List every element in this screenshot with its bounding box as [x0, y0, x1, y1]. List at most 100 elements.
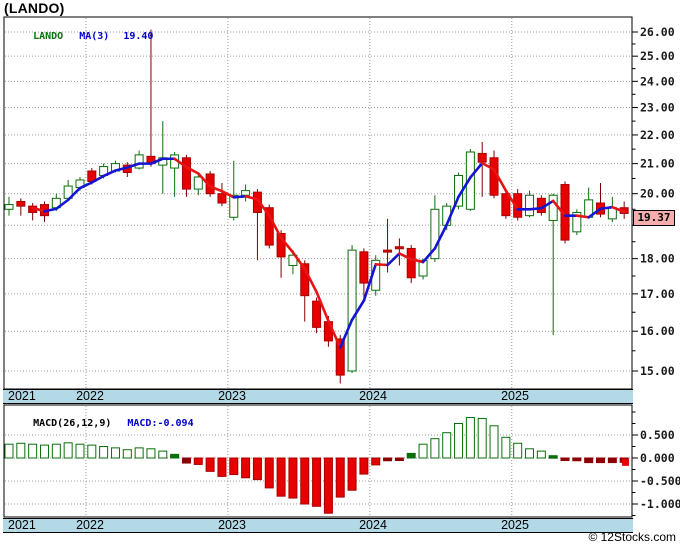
price-tick-label: 20.00 [640, 187, 675, 201]
candlesticks [4, 29, 629, 384]
macd-bar [406, 452, 416, 459]
macd-bar [584, 457, 594, 464]
price-tick-label: 16.00 [640, 324, 675, 338]
x-axis-band-top: 2021 2022 2023 2024 2025 [3, 389, 633, 404]
macd-tick-label: -1.000 [640, 497, 680, 511]
price-tick-label: 23.00 [640, 101, 675, 115]
macd-bar [572, 457, 582, 462]
macd-bar [252, 457, 262, 481]
macd-tick-label: -0.500 [640, 474, 680, 488]
axes: 26.00 25.00 24.00 23.00 22.00 21.00 20.00 18.00… [3, 16, 680, 518]
macd-bar [39, 444, 49, 459]
macd-legend: MACD(26,12,9) MACD:-0.094 [9, 407, 194, 440]
macd-bar [122, 449, 132, 459]
macd-bar [525, 448, 535, 459]
macd-bar [4, 443, 14, 459]
macd-bar [548, 455, 558, 459]
candle [4, 204, 14, 210]
chart-canvas: 26.00 25.00 24.00 23.00 22.00 21.00 20.00 18.00… [3, 16, 680, 518]
macd-bar [607, 457, 617, 464]
macd-bar [477, 417, 487, 459]
macd-bar [288, 457, 298, 499]
symbol-label: LANDO [33, 31, 64, 42]
macd-bar [99, 446, 109, 459]
macd-bar [28, 443, 38, 459]
macd-bar [394, 457, 404, 461]
candle [383, 249, 393, 253]
year-label: 2025 [501, 389, 529, 403]
year-label: 2025 [501, 518, 529, 532]
macd-bar [181, 457, 191, 464]
candle [312, 300, 322, 328]
year-label: 2021 [8, 389, 36, 403]
macd-bar [264, 457, 274, 489]
year-label: 2021 [8, 518, 36, 532]
macd-bar [51, 443, 61, 459]
candle [347, 249, 357, 372]
year-label: 2022 [76, 389, 104, 403]
macd-bar [465, 417, 475, 459]
macd-bar [229, 457, 239, 476]
price-legend: LANDO MA(3) 19.40 [9, 20, 153, 53]
price-tick-label: 24.00 [640, 74, 675, 88]
macd-bar [442, 432, 452, 459]
ma-segment [232, 194, 247, 199]
macd-bar [501, 436, 511, 459]
candle [193, 176, 203, 190]
chart-page: (LANDO) 26.00 25.00 24.00 23.00 22.00 21.00 20… [0, 0, 680, 546]
macd-bar [75, 443, 85, 459]
macd-bar [371, 457, 381, 466]
x-axis-band-bottom: 2021 2022 2023 2024 2025 [3, 518, 633, 533]
candle [134, 154, 144, 169]
candle [525, 194, 535, 217]
ma-segment [575, 214, 590, 219]
year-label: 2023 [218, 518, 246, 532]
candle [477, 152, 487, 163]
macd-bar [87, 444, 97, 459]
price-tick-label: 26.00 [640, 25, 675, 39]
year-label: 2023 [218, 389, 246, 403]
macd-bar [454, 423, 464, 459]
macd-bar [110, 447, 120, 459]
macd-bar [16, 442, 26, 459]
macd-bar [560, 457, 570, 461]
price-tick-label: 25.00 [640, 49, 675, 63]
ma-value: 19.40 [123, 31, 154, 42]
macd-bar [63, 442, 73, 459]
macd-bar [430, 438, 440, 459]
macd-bar [134, 447, 144, 459]
candle [16, 200, 26, 207]
macd-bar [217, 457, 227, 477]
macd-tick-label: 0.000 [640, 451, 675, 465]
macd-bar [193, 457, 203, 465]
macd-tick-label: 0.500 [640, 428, 675, 442]
ma-label: MA(3) [79, 31, 110, 42]
macd-bar [276, 457, 286, 497]
macd-bar [513, 442, 523, 459]
price-tick-label: 15.00 [640, 364, 675, 378]
gridlines [5, 18, 631, 516]
price-tick-label: 17.00 [640, 287, 675, 301]
price-tick-label: 22.00 [640, 128, 675, 142]
macd-value: MACD:-0.094 [127, 418, 194, 429]
macd-bar [335, 457, 345, 498]
year-label: 2024 [359, 389, 387, 403]
ma-segment [599, 205, 614, 211]
year-label: 2024 [359, 518, 387, 532]
macd-bar [158, 450, 168, 459]
candle [241, 190, 251, 196]
candle [406, 247, 416, 279]
macd-bar [359, 457, 369, 475]
macd-bar [146, 448, 156, 459]
macd-label: MACD(26,12,9) [33, 418, 112, 429]
price-tick-label: 18.00 [640, 252, 675, 266]
candle [181, 157, 191, 190]
macd-bar [383, 457, 393, 462]
macd-bar [489, 425, 499, 459]
candle [217, 193, 227, 204]
copyright-credit: © 12Stocks.com [588, 530, 676, 544]
macd-bar [300, 457, 310, 505]
macd-bar [170, 453, 180, 459]
macd-bar [418, 443, 428, 459]
last-price-badge: 19.37 [633, 210, 675, 226]
